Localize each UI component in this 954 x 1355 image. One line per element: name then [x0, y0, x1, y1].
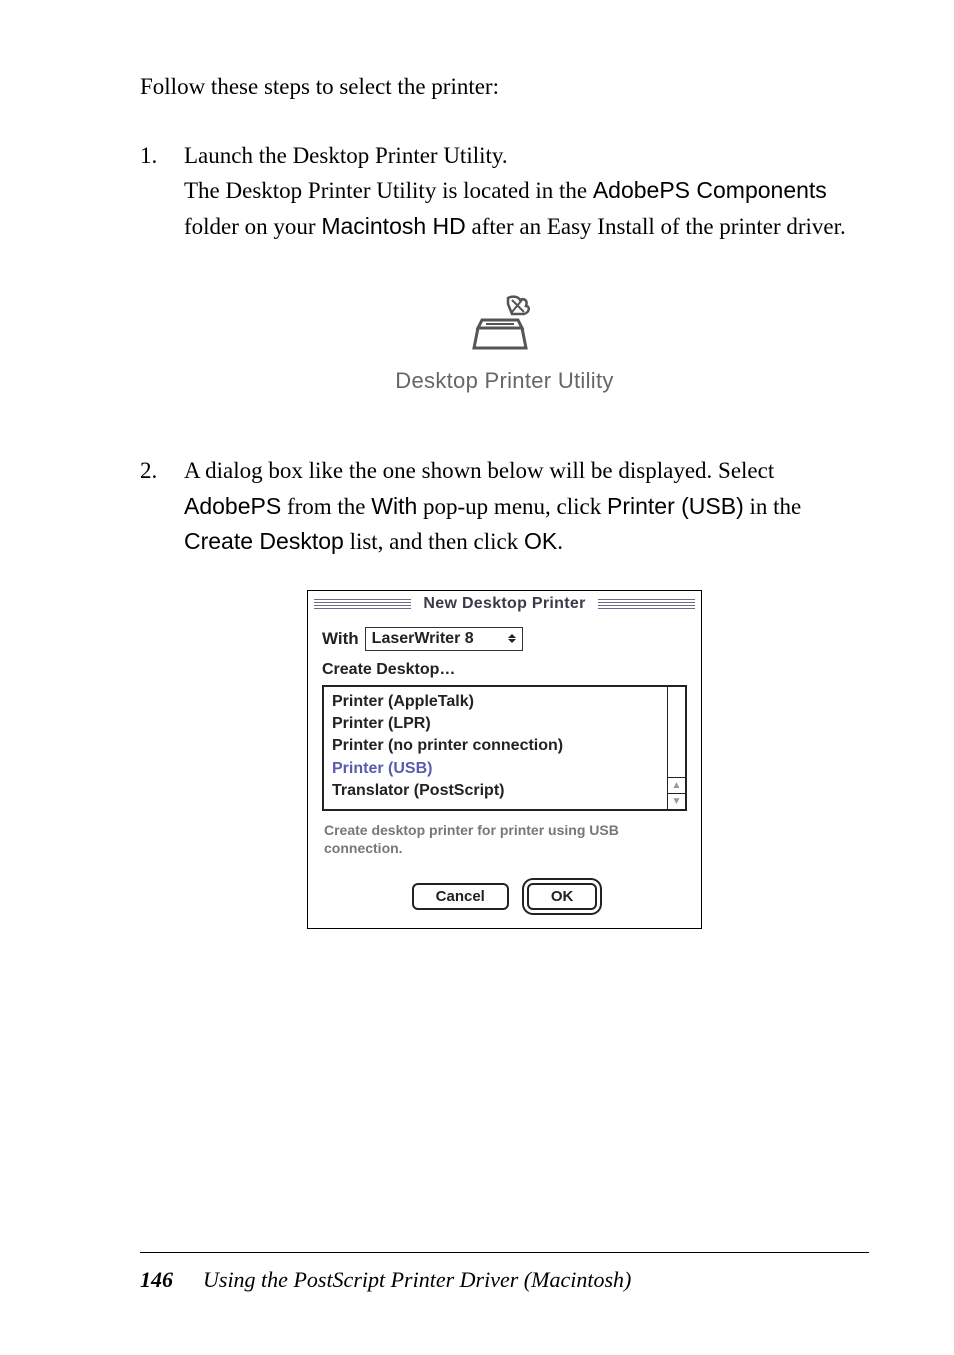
create-desktop-listbox[interactable]: Printer (AppleTalk) Printer (LPR) Printe… [322, 685, 687, 811]
dialog-figure: New Desktop Printer With LaserWriter 8 C… [140, 590, 869, 929]
page-number: 146 [140, 1267, 173, 1293]
figure-desktop-printer-utility: Desktop Printer Utility [140, 294, 869, 394]
step-2-number: 2. [140, 454, 184, 560]
steps-list-2: 2. A dialog box like the one shown below… [140, 454, 869, 560]
create-desktop-label: Create Desktop… [322, 661, 687, 679]
with-row: With LaserWriter 8 [322, 627, 687, 651]
step-1: 1. Launch the Desktop Printer Utility.Th… [140, 139, 869, 245]
step-2-text-6: in the [744, 494, 802, 519]
step-2-bold-1: AdobePS [184, 493, 281, 519]
dialog-titlebar: New Desktop Printer [308, 591, 701, 619]
step-1-bold-3: Macintosh HD [321, 213, 465, 239]
step-2: 2. A dialog box like the one shown below… [140, 454, 869, 560]
scroll-up-icon[interactable]: ▲ [668, 777, 685, 793]
step-1-bold-1: AdobePS Components [593, 177, 827, 203]
list-item-usb[interactable]: Printer (USB) [332, 758, 659, 780]
step-2-bold-5: Printer (USB) [607, 493, 744, 519]
step-2-body: A dialog box like the one shown below wi… [184, 454, 869, 560]
list-item-appletalk[interactable]: Printer (AppleTalk) [332, 691, 659, 713]
with-label: With [322, 629, 359, 649]
list-item-translator[interactable]: Translator (PostScript) [332, 780, 659, 802]
step-1-number: 1. [140, 139, 184, 245]
steps-list: 1. Launch the Desktop Printer Utility.Th… [140, 139, 869, 245]
step-2-text-2: from the [281, 494, 371, 519]
figure1-caption: Desktop Printer Utility [140, 368, 869, 394]
scroll-down-icon[interactable]: ▼ [668, 793, 685, 809]
intro-text: Follow these steps to select the printer… [140, 70, 869, 105]
ok-button[interactable]: OK [527, 883, 598, 910]
step-2-text-10: . [557, 529, 563, 554]
with-popup-menu[interactable]: LaserWriter 8 [365, 627, 523, 651]
step-1-text-0: Launch the Desktop Printer Utility.The D… [184, 143, 593, 204]
step-1-body: Launch the Desktop Printer Utility.The D… [184, 139, 869, 245]
dialog-description: Create desktop printer for printer using… [324, 821, 685, 857]
step-1-text-2: folder on your [184, 214, 321, 239]
with-popup-value: LaserWriter 8 [372, 630, 474, 648]
new-desktop-printer-dialog: New Desktop Printer With LaserWriter 8 C… [307, 590, 702, 929]
list-items: Printer (AppleTalk) Printer (LPR) Printe… [324, 687, 667, 809]
step-2-text-0: A dialog box like the one shown below wi… [184, 458, 774, 483]
listbox-scrollbar[interactable]: ▲ ▼ [667, 687, 685, 809]
step-1-text-4: after an Easy Install of the printer dri… [466, 214, 846, 239]
list-item-no-connection[interactable]: Printer (no printer connection) [332, 735, 659, 757]
desktop-printer-utility-icon [470, 294, 540, 356]
footer-title: Using the PostScript Printer Driver (Mac… [203, 1267, 631, 1293]
step-2-bold-7: Create Desktop [184, 528, 344, 554]
popup-arrows-icon [508, 634, 516, 643]
step-2-text-4: pop-up menu, click [417, 494, 607, 519]
step-2-bold-3: With [371, 493, 417, 519]
list-item-lpr[interactable]: Printer (LPR) [332, 713, 659, 735]
step-2-bold-9: OK [524, 528, 557, 554]
dialog-body: With LaserWriter 8 Create Desktop… Print… [308, 619, 701, 928]
page-footer: 146 Using the PostScript Printer Driver … [140, 1252, 869, 1293]
step-2-text-8: list, and then click [344, 529, 524, 554]
cancel-button[interactable]: Cancel [412, 883, 509, 910]
dialog-button-row: Cancel OK [322, 883, 687, 910]
dialog-title: New Desktop Printer [417, 595, 591, 613]
